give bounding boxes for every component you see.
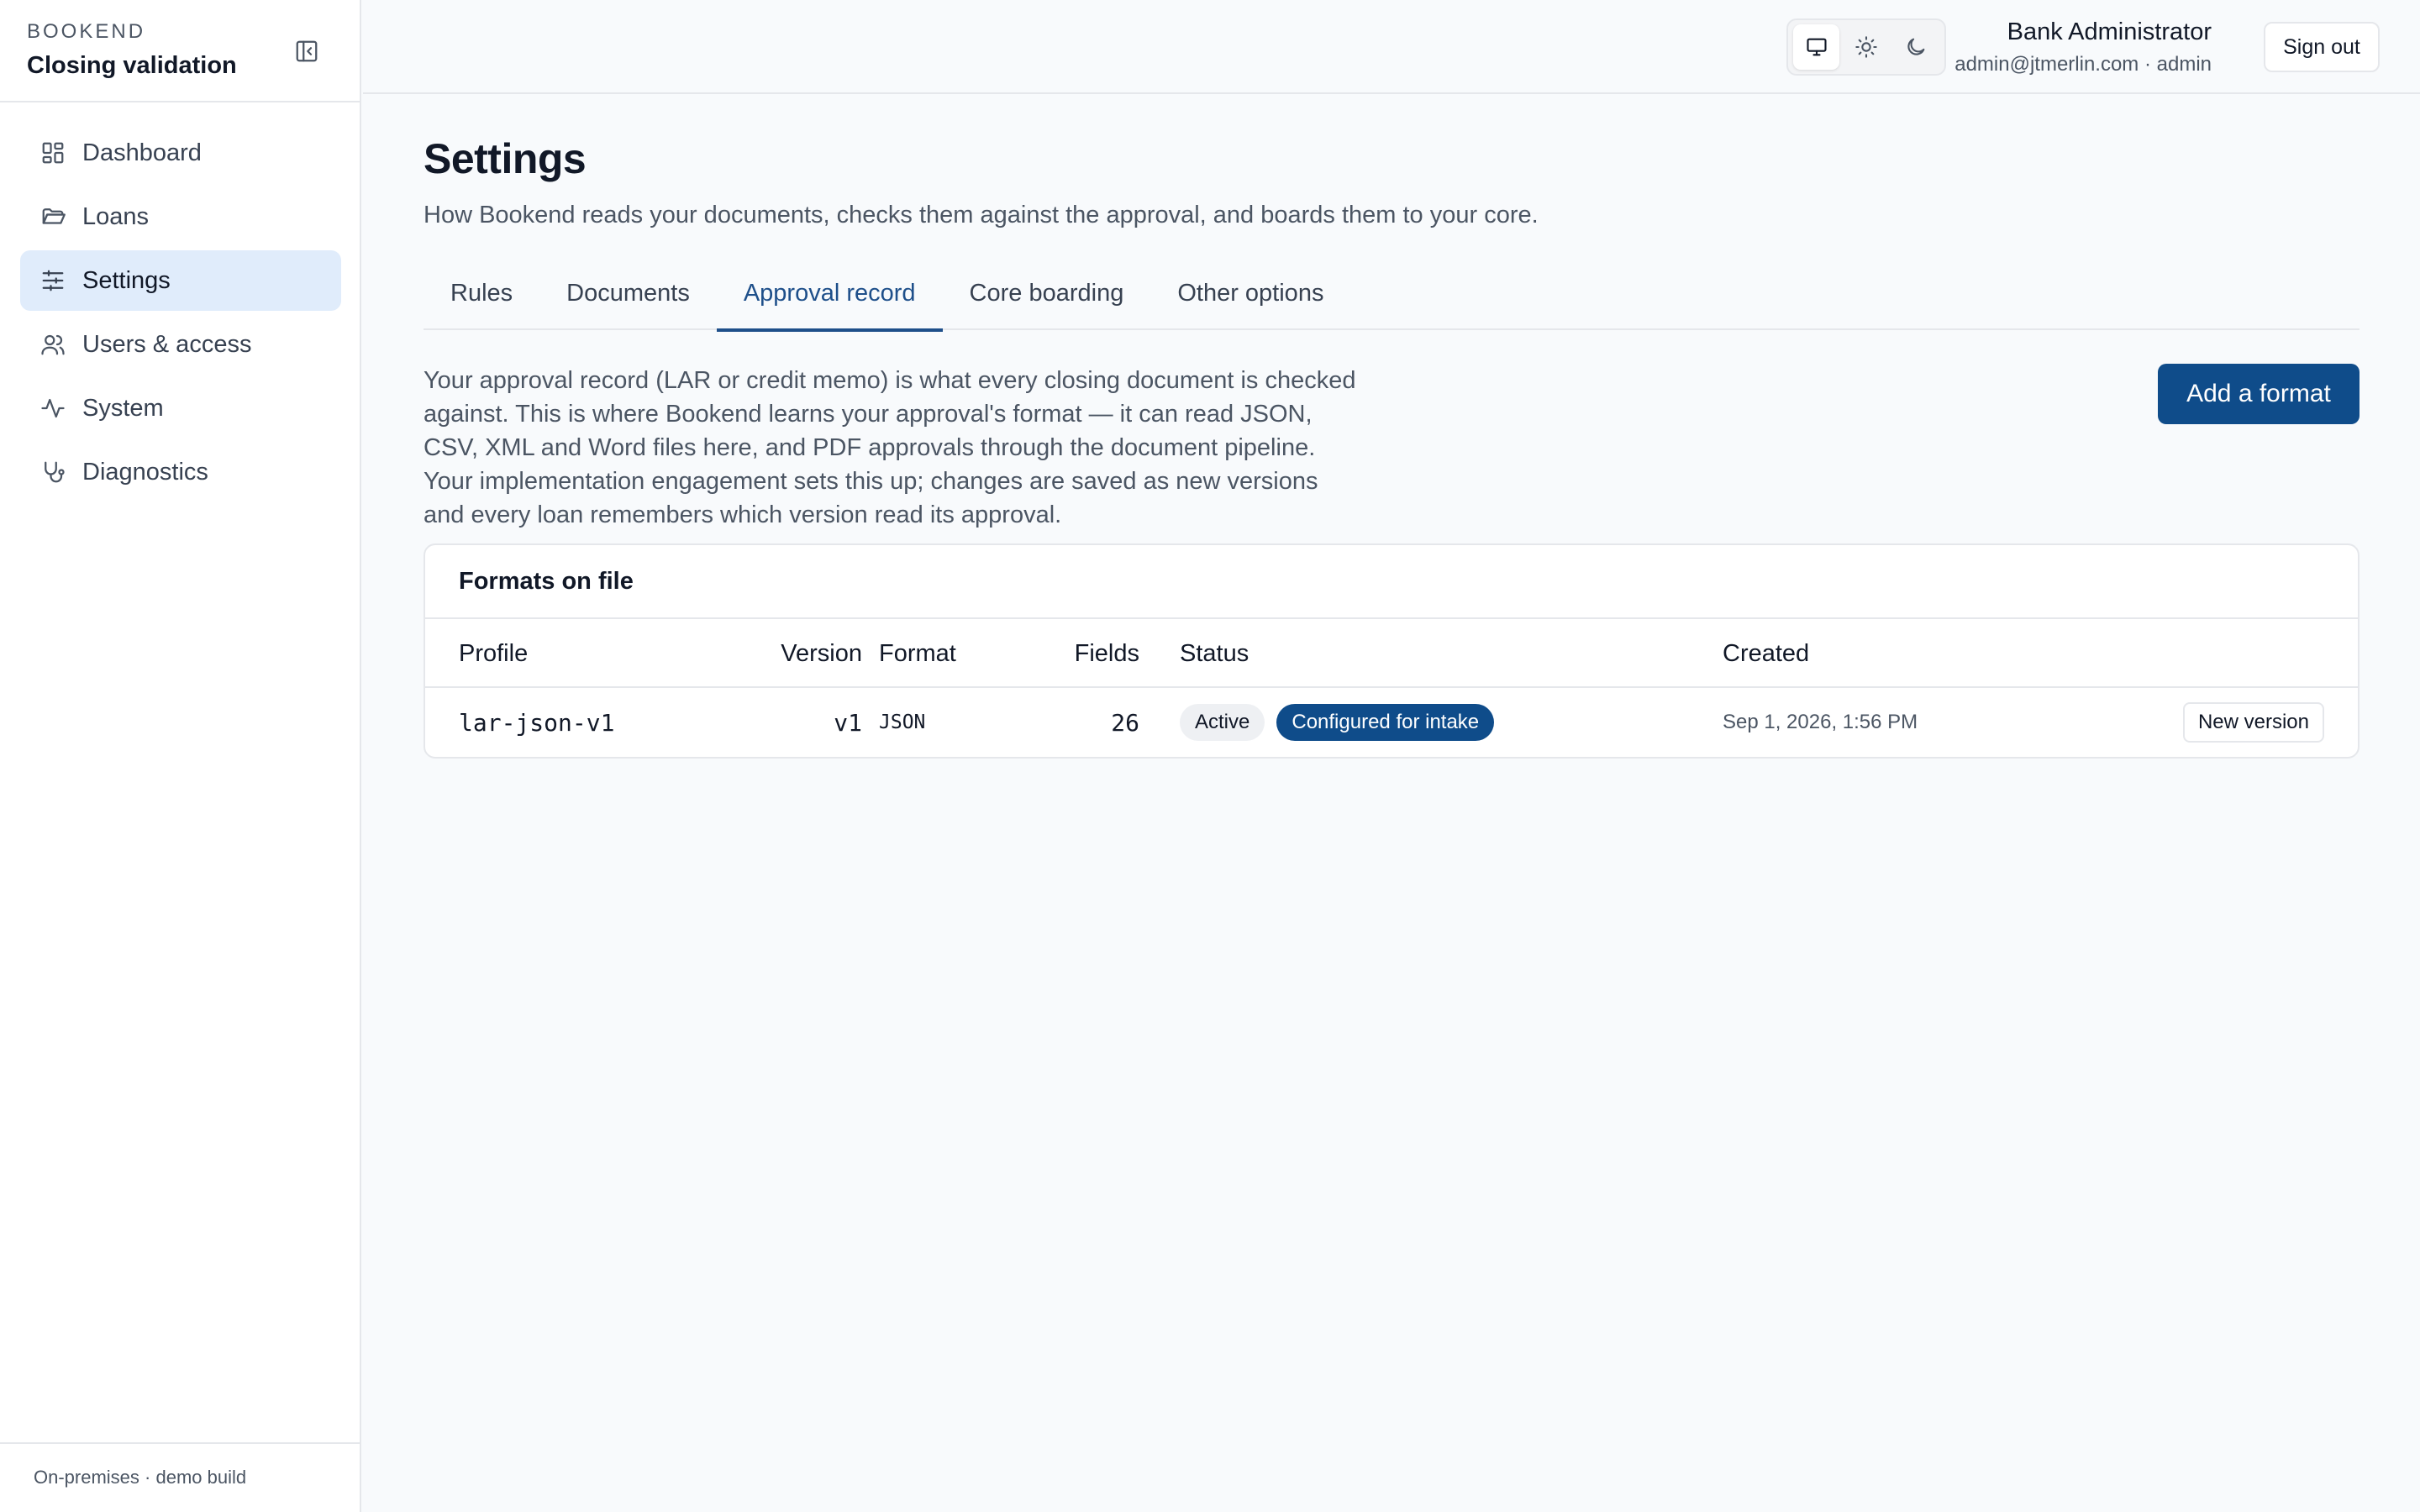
sidebar-item-system[interactable]: System	[20, 378, 341, 438]
col-fields: Fields	[1074, 639, 1139, 667]
user-name: Bank Administrator	[2007, 18, 2212, 45]
sidebar: BOOKEND Closing validation Dashboard Loa…	[0, 0, 361, 1512]
sun-icon	[1855, 36, 1877, 58]
top-bar: Bank Administrator admin@jtmerlin.com · …	[363, 0, 2420, 94]
sidebar-footer-divider	[0, 1442, 361, 1444]
tab-core-boarding[interactable]: Core boarding	[943, 271, 1151, 330]
table-header: Profile Version Format Fields Status Cre…	[425, 619, 2358, 688]
sidebar-item-dashboard[interactable]: Dashboard	[20, 123, 341, 183]
sidebar-item-label: Users & access	[82, 330, 252, 358]
intro-line: and every loan remembers which version r…	[424, 501, 1062, 528]
sidebar-item-label: Dashboard	[82, 139, 202, 166]
folder-icon	[39, 202, 67, 231]
add-format-button[interactable]: Add a format	[2158, 364, 2360, 424]
sidebar-item-label: Loans	[82, 202, 150, 230]
activity-icon	[39, 394, 67, 423]
main-content: Settings How Bookend reads your document…	[424, 134, 2360, 759]
table-row: lar-json-v1 v1 JSON 26 Active Configured…	[425, 688, 2358, 757]
stethoscope-icon	[39, 458, 67, 486]
theme-light-button[interactable]	[1843, 24, 1889, 70]
sign-out-button[interactable]: Sign out	[2264, 22, 2380, 72]
col-profile: Profile	[459, 639, 529, 667]
sidebar-item-settings[interactable]: Settings	[20, 250, 341, 311]
col-status: Status	[1180, 639, 1249, 667]
dashboard-icon	[39, 139, 67, 167]
tab-approval-record[interactable]: Approval record	[716, 271, 943, 332]
user-email: admin@jtmerlin.com · admin	[1954, 53, 2212, 76]
theme-system-button[interactable]	[1793, 24, 1840, 70]
col-format: Format	[879, 639, 956, 667]
row-status: Active Configured for intake	[1180, 688, 1506, 757]
tab-rules[interactable]: Rules	[424, 271, 539, 330]
panel-collapse-icon[interactable]	[292, 37, 321, 66]
theme-toggle	[1786, 18, 1946, 76]
brand-name: BOOKEND	[27, 20, 146, 43]
monitor-icon	[1807, 38, 1827, 56]
theme-dark-button[interactable]	[1893, 24, 1939, 70]
status-badge-intake: Configured for intake	[1276, 704, 1495, 741]
row-version: v1	[834, 708, 862, 737]
intro-line: against. This is where Bookend learns yo…	[424, 401, 1313, 428]
row-fields: 26	[1111, 708, 1139, 737]
settings-tabs: Rules Documents Approval record Core boa…	[424, 271, 2360, 332]
row-actions: New version	[2182, 688, 2324, 757]
sidebar-nav: Dashboard Loans Settings Users & access …	[20, 123, 341, 506]
sliders-icon	[39, 266, 67, 295]
status-badge-active: Active	[1180, 704, 1265, 741]
sidebar-item-users-access[interactable]: Users & access	[20, 314, 341, 375]
row-format: JSON	[879, 711, 926, 733]
col-created: Created	[1723, 639, 1810, 667]
tab-other-options[interactable]: Other options	[1150, 271, 1350, 330]
card-title: Formats on file	[425, 545, 2358, 619]
users-icon	[39, 330, 67, 359]
page-description: How Bookend reads your documents, checks…	[424, 202, 1539, 228]
formats-card: Formats on file Profile Version Format F…	[424, 543, 2360, 759]
moon-icon	[1907, 38, 1925, 55]
user-info: Bank Administrator admin@jtmerlin.com · …	[1954, 18, 2212, 76]
row-created: Sep 1, 2026, 1:56 PM	[1723, 711, 1918, 733]
sidebar-item-diagnostics[interactable]: Diagnostics	[20, 442, 341, 502]
sidebar-item-label: System	[82, 394, 164, 422]
tab-documents[interactable]: Documents	[539, 271, 717, 330]
approval-intro: Your approval record (LAR or credit memo…	[424, 364, 2360, 532]
sidebar-divider	[0, 101, 361, 102]
sidebar-item-loans[interactable]: Loans	[20, 186, 341, 247]
row-profile: lar-json-v1	[459, 708, 615, 737]
sidebar-item-label: Settings	[82, 266, 171, 294]
col-version: Version	[781, 639, 862, 667]
intro-line: Your implementation engagement sets this…	[424, 468, 1318, 495]
build-info: On-premises · demo build	[34, 1467, 247, 1488]
sidebar-item-label: Diagnostics	[82, 458, 208, 486]
brand-subtitle: Closing validation	[27, 52, 237, 79]
new-version-button[interactable]: New version	[2182, 702, 2324, 743]
intro-text: Your approval record (LAR or credit memo…	[424, 364, 1407, 532]
brand: BOOKEND Closing validation	[27, 20, 237, 80]
intro-line: Your approval record (LAR or credit memo…	[424, 367, 1356, 394]
intro-line: CSV, XML and Word files here, and PDF ap…	[424, 434, 1316, 461]
page-title: Settings	[424, 135, 587, 182]
